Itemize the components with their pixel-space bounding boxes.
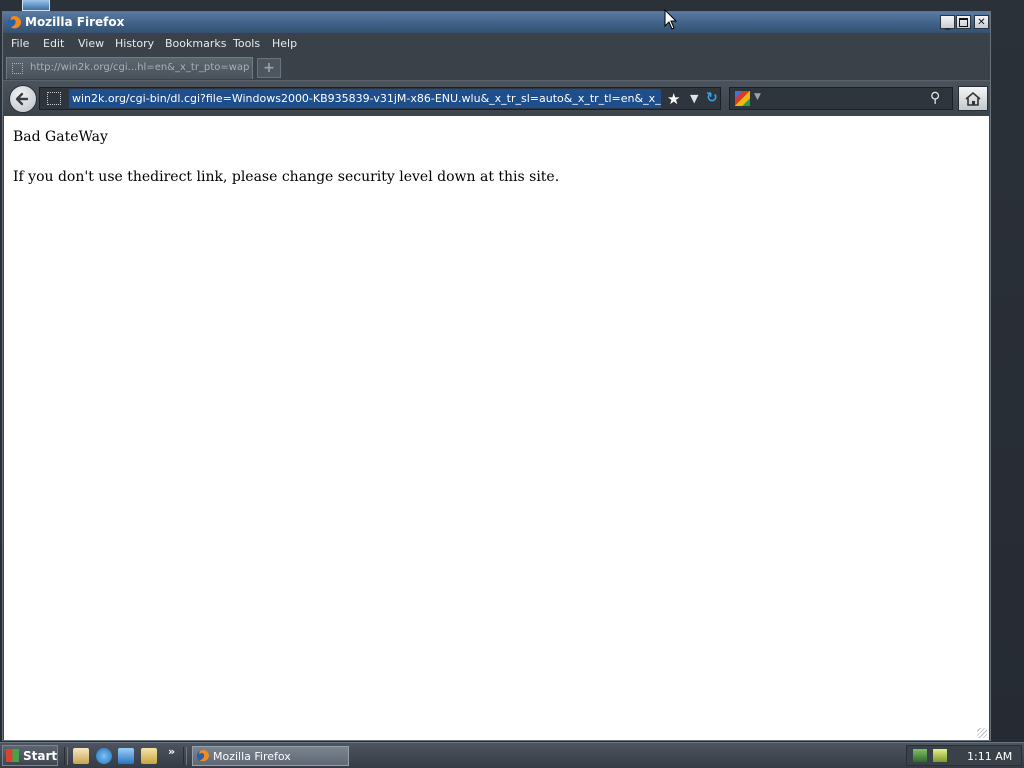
close-icon: ✕: [977, 16, 986, 28]
firefox-icon: [196, 749, 210, 763]
menu-edit[interactable]: Edit: [43, 37, 64, 50]
maximize-button[interactable]: [956, 15, 971, 29]
resize-grip[interactable]: [977, 728, 987, 738]
firefox-icon: [7, 15, 22, 30]
explorer-search-icon[interactable]: [141, 748, 157, 764]
windows-logo-icon: [6, 749, 19, 762]
site-identity-icon[interactable]: [47, 92, 61, 105]
clock[interactable]: 1:11 AM: [967, 750, 1012, 763]
taskbar-separator: [64, 747, 68, 765]
page-content: Bad GateWay If you don't use thedirect l…: [4, 116, 989, 740]
close-button[interactable]: ✕: [974, 15, 989, 29]
menu-bar: File Edit View History Bookmarks Tools H…: [3, 33, 990, 55]
google-icon[interactable]: [735, 91, 750, 106]
tab-current[interactable]: http://win2k.org/cgi...hl=en&_x_tr_pto=w…: [6, 57, 253, 79]
taskbar-button-label: Mozilla Firefox: [213, 750, 291, 763]
show-desktop-icon[interactable]: [73, 748, 89, 764]
reload-icon[interactable]: ↻: [706, 90, 718, 106]
outlook-express-icon[interactable]: [118, 748, 134, 764]
menu-help[interactable]: Help: [272, 37, 297, 50]
search-engine-dropdown-icon[interactable]: ▼: [754, 92, 761, 102]
tab-bar: http://win2k.org/cgi...hl=en&_x_tr_pto=w…: [3, 55, 990, 80]
back-arrow-icon: [15, 92, 29, 106]
plus-icon: +: [263, 60, 275, 76]
taskbar-separator: [183, 747, 187, 765]
security-shield-icon[interactable]: [933, 749, 947, 762]
tab-label: http://win2k.org/cgi...hl=en&_x_tr_pto=w…: [30, 62, 250, 73]
menu-history[interactable]: History: [115, 37, 154, 50]
internet-explorer-icon[interactable]: [96, 748, 112, 764]
url-bar[interactable]: win2k.org/cgi-bin/dl.cgi?file=Windows200…: [39, 87, 721, 110]
menu-file[interactable]: File: [11, 37, 29, 50]
search-icon[interactable]: ⚲: [930, 90, 940, 106]
new-tab-button[interactable]: +: [257, 58, 281, 78]
menu-tools[interactable]: Tools: [233, 37, 260, 50]
history-dropdown-icon[interactable]: ▼: [690, 92, 698, 105]
desktop-icon[interactable]: [22, 0, 50, 11]
network-icon[interactable]: [913, 749, 927, 762]
title-bar[interactable]: Mozilla Firefox _ ✕: [3, 12, 990, 33]
maximize-icon: [959, 17, 968, 27]
back-button[interactable]: [9, 85, 37, 113]
taskbar: Start » Mozilla Firefox 1:11 AM: [0, 742, 1024, 768]
bookmark-star-icon[interactable]: ★: [667, 90, 680, 108]
url-input[interactable]: win2k.org/cgi-bin/dl.cgi?file=Windows200…: [69, 89, 661, 108]
taskbar-button-firefox[interactable]: Mozilla Firefox: [192, 746, 349, 766]
search-bar[interactable]: ▼ ⚲: [729, 87, 953, 110]
menu-bookmarks[interactable]: Bookmarks: [165, 37, 226, 50]
start-label: Start: [23, 749, 58, 763]
menu-view[interactable]: View: [78, 37, 104, 50]
window-title: Mozilla Firefox: [25, 15, 125, 29]
start-button[interactable]: Start: [2, 745, 58, 766]
system-tray: 1:11 AM: [906, 745, 1022, 766]
minimize-icon: _: [945, 19, 950, 30]
navigation-toolbar: win2k.org/cgi-bin/dl.cgi?file=Windows200…: [3, 80, 990, 116]
error-message: If you don't use thedirect link, please …: [13, 169, 560, 185]
minimize-button[interactable]: _: [940, 15, 955, 30]
page-favicon-icon: [12, 63, 23, 74]
home-icon: [965, 91, 981, 106]
home-button[interactable]: [958, 86, 988, 111]
error-heading: Bad GateWay: [13, 129, 108, 145]
mouse-cursor-icon: [664, 9, 678, 30]
quick-launch-chevron-icon[interactable]: »: [168, 745, 175, 758]
firefox-window: Mozilla Firefox _ ✕ File Edit View Histo…: [2, 11, 991, 741]
